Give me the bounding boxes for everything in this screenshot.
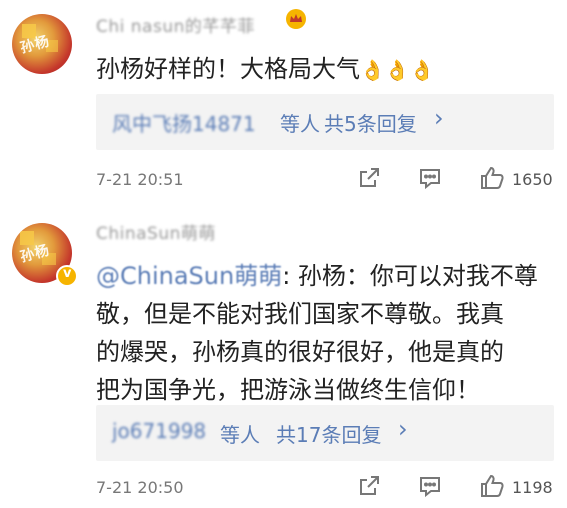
- timestamp: 7-21 20:50: [96, 478, 184, 497]
- like-count: 1198: [512, 478, 553, 497]
- reply-etc: 等人: [220, 423, 260, 447]
- username[interactable]: ChinaSun萌萌: [96, 219, 216, 244]
- like-count: 1650: [512, 170, 553, 189]
- avatar[interactable]: 孙杨: [12, 14, 72, 74]
- comment-text: @ChinaSun萌萌: 孙杨：你可以对我不尊 敬，但是不能对我们国家不尊敬。我…: [96, 262, 538, 404]
- reply-etc: 等人: [280, 112, 320, 136]
- timestamp: 7-21 20:51: [96, 170, 184, 189]
- username[interactable]: Chi nasun的芊芊菲: [96, 12, 255, 37]
- chevron-right-icon: ›: [398, 415, 408, 443]
- like-thumb-icon[interactable]: [478, 472, 506, 504]
- reply-summary[interactable]: jo671998 等人 共17条回复 ›: [96, 405, 554, 461]
- comment-icon[interactable]: [418, 474, 442, 502]
- chevron-right-icon: ›: [434, 104, 444, 132]
- mention-link[interactable]: @ChinaSun萌萌: [96, 262, 282, 290]
- comment-text: 孙杨好样的！大格局大气👌👌👌: [96, 55, 435, 83]
- reply-names: 风中飞扬14871: [112, 112, 256, 136]
- reply-total-link[interactable]: 共17条回复: [276, 419, 381, 448]
- share-icon[interactable]: [357, 474, 381, 502]
- reply-total-link[interactable]: 共5条回复: [324, 108, 417, 137]
- ok-hand-icon: 👌👌👌: [360, 58, 435, 82]
- reply-names: jo671998: [112, 419, 207, 443]
- share-icon[interactable]: [357, 166, 381, 194]
- like-thumb-icon[interactable]: [478, 164, 506, 196]
- comment-icon[interactable]: [418, 166, 442, 194]
- verified-badge-icon: [56, 265, 78, 287]
- comment-2: 孙杨 ChinaSun萌萌 @ChinaSun萌萌: 孙杨：你可以对我不尊 敬，…: [0, 205, 567, 508]
- comment-1: 孙杨 Chi nasun的芊芊菲 孙杨好样的！大格局大气👌👌👌 风中飞扬1487…: [0, 0, 567, 205]
- crown-badge-icon: [285, 8, 307, 35]
- reply-summary[interactable]: 风中飞扬14871 等人 共5条回复 ›: [96, 94, 554, 150]
